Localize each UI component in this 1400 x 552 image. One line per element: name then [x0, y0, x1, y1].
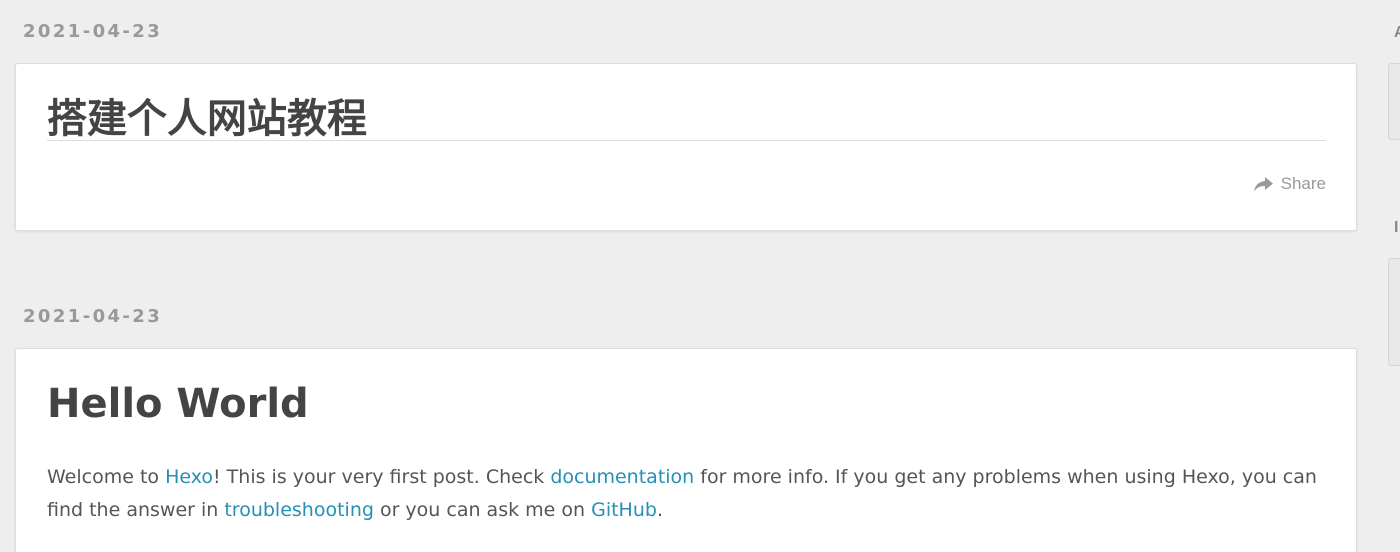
github-link[interactable]: GitHub [591, 499, 657, 521]
share-label: Share [1280, 174, 1326, 193]
post-excerpt: Welcome to Hexo! This is your very first… [47, 461, 1326, 527]
troubleshooting-link[interactable]: troubleshooting [224, 499, 374, 521]
share-button[interactable]: Share [1253, 174, 1326, 194]
title-divider [47, 140, 1326, 141]
post-title[interactable]: 搭建个人网站教程 [47, 96, 367, 142]
sidebar-heading: I [1394, 219, 1399, 235]
share-arrow-icon [1253, 176, 1273, 192]
sidebar-widget [1388, 258, 1400, 366]
blog-page: 2021-04-23 搭建个人网站教程 Share 2021-04-23 Hel… [0, 0, 1400, 552]
sidebar-widget [1388, 63, 1400, 140]
hexo-link[interactable]: Hexo [165, 466, 213, 488]
post-title[interactable]: Hello World [47, 381, 309, 427]
post-date[interactable]: 2021-04-23 [23, 21, 162, 43]
documentation-link[interactable]: documentation [550, 466, 694, 488]
excerpt-text: Welcome to [47, 466, 166, 488]
excerpt-text: . [656, 499, 663, 521]
excerpt-text: or you can ask me on [373, 499, 592, 521]
post-card: Hello World Welcome to Hexo! This is you… [15, 348, 1357, 552]
excerpt-text: ! This is your very first post. Check [213, 466, 551, 488]
post-date[interactable]: 2021-04-23 [23, 306, 162, 328]
sidebar-heading: A [1394, 24, 1400, 40]
post-card: 搭建个人网站教程 Share [15, 63, 1357, 231]
